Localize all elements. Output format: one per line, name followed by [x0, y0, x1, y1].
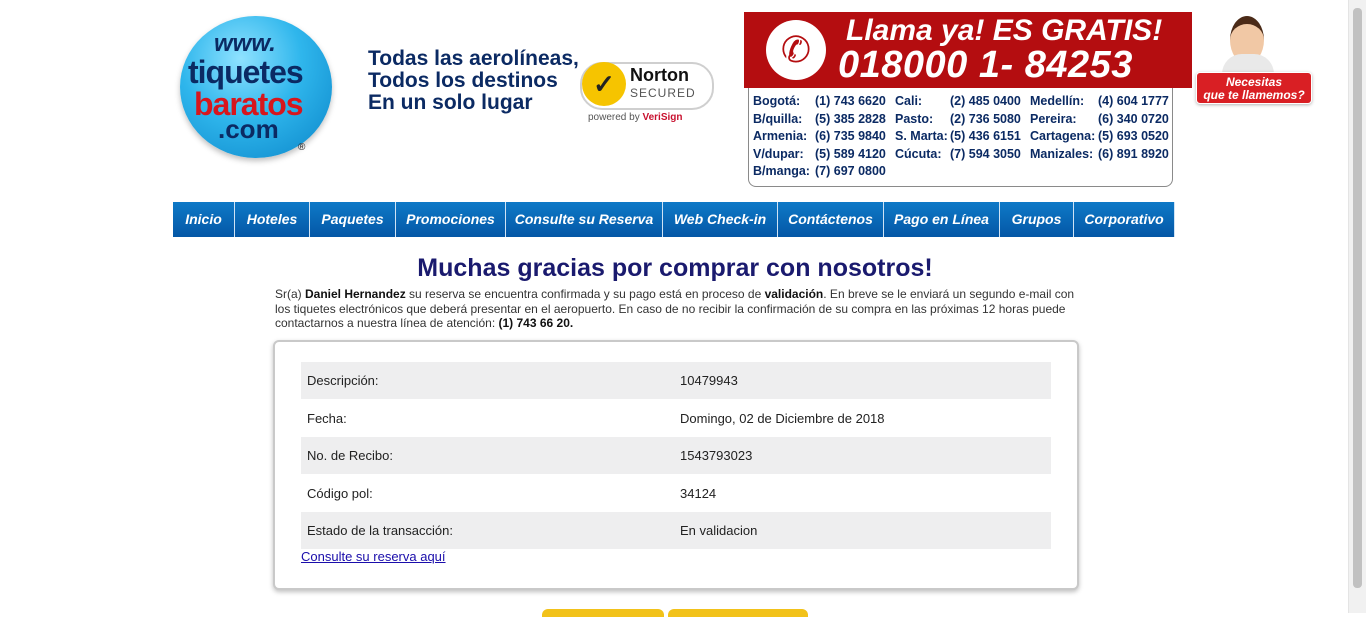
nav-item[interactable]: Hoteles — [235, 202, 310, 237]
callback-line2: que te llamemos? — [1203, 88, 1305, 102]
city-phone: (6) 340 0720 — [1098, 111, 1169, 126]
agent-avatar — [1218, 14, 1278, 76]
norton-seal[interactable]: ✓ Norton SECURED powered by VeriSign — [580, 62, 714, 126]
detail-label: No. de Recibo: — [307, 448, 393, 463]
detail-row: No. de Recibo: 1543793023 — [301, 437, 1051, 474]
city-name: Cali: — [895, 94, 923, 108]
slogan: Todas las aerolíneas, Todos los destinos… — [368, 48, 579, 114]
verisign-brand: VeriSign — [642, 112, 683, 123]
detail-label: Fecha: — [307, 410, 347, 426]
detail-row: Código pol: 34124 — [301, 475, 1051, 512]
city-name: V/dupar: — [753, 146, 804, 161]
slogan-line3: En un solo lugar — [368, 91, 533, 114]
detail-value: Domingo, 02 de Diciembre de 2018 — [680, 410, 885, 426]
city-row: Bogotá: (1) 743 6620 Cali: (2) 485 0400 Mede… — [749, 94, 1169, 110]
detail-value: 10479943 — [680, 373, 738, 388]
city-name: B/manga: — [753, 164, 810, 178]
slogan-line2: Todos los destinos — [368, 69, 558, 92]
city-row: V/dupar: (5) 589 4120 Cúcuta: (7) 594 3050 M… — [749, 147, 1169, 163]
bottom-button-left[interactable] — [542, 609, 664, 617]
city-phone: (7) 697 0800 — [815, 164, 886, 178]
city-name: Medellín: — [1030, 94, 1085, 108]
scrollbar-thumb[interactable] — [1353, 8, 1362, 588]
city-phone: (5) 436 6151 — [950, 129, 1021, 143]
support-phone: (1) 743 66 20. — [498, 316, 574, 330]
nav-item[interactable]: Grupos — [1000, 202, 1074, 237]
nav-item[interactable]: Promociones — [396, 202, 506, 237]
intro-part1: su reserva se encuentra confirmada y su … — [405, 287, 765, 301]
norton-secured: SECURED — [630, 86, 696, 100]
confirmation-message: Sr(a) Daniel Hernandez su reserva se enc… — [275, 287, 1077, 331]
nav-item[interactable]: Web Check-in — [663, 202, 778, 237]
nav-item[interactable]: Paquetes — [310, 202, 396, 237]
intro-prefix: Sr(a) — [275, 287, 305, 301]
nav-item[interactable]: Pago en Línea — [884, 202, 1000, 237]
city-name: Cúcuta: — [895, 146, 942, 161]
norton-name: Norton — [630, 65, 689, 85]
city-name: Pasto: — [895, 111, 934, 126]
city-row: Armenia: (6) 735 9840 S. Marta: (5) 436 615… — [749, 129, 1169, 145]
detail-label: Estado de la transacción: — [307, 523, 453, 538]
city-phone: (5) 589 4120 — [815, 146, 886, 161]
transaction-details: Estado de la transacción: En validacion Có… — [273, 340, 1079, 590]
city-name: Cartagena: — [1030, 129, 1096, 143]
city-phone: (5) 385 2828 — [815, 111, 886, 126]
site-logo[interactable]: www. tiquetes baratos .com ® — [180, 16, 332, 158]
nav-item[interactable]: Consulte su Reserva — [506, 202, 663, 237]
slogan-line1: Todas las aerolíneas, — [368, 47, 579, 70]
city-phone: (2) 485 0400 — [950, 94, 1021, 108]
city-name: Pereira: — [1030, 111, 1077, 126]
city-name: B/quilla: — [753, 111, 803, 126]
city-name: Manizales: — [1030, 146, 1094, 161]
logo-registered: ® — [298, 142, 306, 153]
norton-powered: powered by VeriSign — [588, 112, 683, 123]
city-phone: (6) 735 9840 — [815, 129, 886, 143]
callback-button[interactable]: Necesitas que te llamemos? — [1196, 72, 1312, 104]
call-headline: Llama ya! ES GRATIS! — [846, 14, 1163, 47]
city-phone: (4) 604 1777 — [1098, 94, 1169, 108]
logo-line3: .com — [218, 114, 279, 144]
consult-reservation-link[interactable]: Consulte su reserva aquí — [301, 549, 446, 564]
city-row: B/quilla: (5) 385 2828 Pasto: (2) 736 5080 P… — [749, 112, 1169, 128]
city-phone: (6) 891 8920 — [1098, 146, 1169, 161]
page-title: Muchas gracias por comprar con nosotros! — [417, 254, 933, 282]
checkmark-icon: ✓ — [582, 62, 626, 106]
city-phone: (5) 693 0520 — [1098, 129, 1169, 143]
detail-row: Fecha: Domingo, 02 de Diciembre de 2018 — [301, 400, 1051, 437]
detail-value: 34124 — [680, 485, 717, 501]
detail-label: Descripción: — [307, 373, 379, 388]
city-phone-list: Bogotá: (1) 743 6620 Cali: (2) 485 0400 Mede… — [748, 88, 1173, 187]
customer-name: Daniel Hernandez — [305, 287, 406, 301]
nav-item[interactable]: Inicio — [173, 202, 235, 237]
city-row: B/manga: (7) 697 0800 — [749, 164, 1169, 180]
detail-row: Descripción: 10479943 — [301, 362, 1051, 399]
main-nav: Inicio Hoteles Paquetes Promociones Consulte… — [173, 202, 1175, 237]
bottom-button-right[interactable] — [668, 609, 808, 617]
detail-label: Código pol: — [307, 485, 373, 501]
nav-item[interactable]: Contáctenos — [778, 202, 884, 237]
vertical-scrollbar[interactable] — [1348, 0, 1366, 613]
validation-word: validación — [764, 287, 824, 301]
city-phone: (2) 736 5080 — [950, 111, 1021, 126]
city-name: Armenia: — [753, 129, 808, 143]
call-number: 018000 1- 84253 — [838, 44, 1133, 86]
city-name: S. Marta: — [895, 129, 948, 143]
city-name: Bogotá: — [753, 94, 801, 108]
phone-icon: ✆ — [766, 20, 826, 80]
city-phone: (1) 743 6620 — [815, 94, 886, 108]
city-phone: (7) 594 3050 — [950, 146, 1021, 161]
call-banner: ✆ Llama ya! ES GRATIS! 018000 1- 84253 — [744, 12, 1192, 88]
detail-value: En validacion — [680, 523, 758, 538]
detail-row: Estado de la transacción: En validacion — [301, 512, 1051, 549]
nav-item[interactable]: Corporativo — [1074, 202, 1175, 237]
detail-value: 1543793023 — [680, 448, 753, 463]
powered-by-text: powered by — [588, 112, 640, 123]
